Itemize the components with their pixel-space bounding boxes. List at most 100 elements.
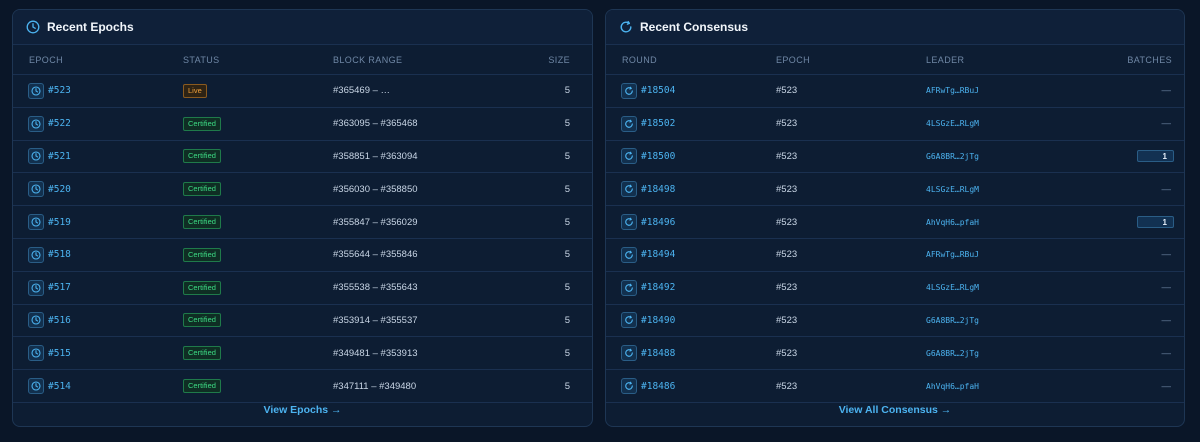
table-row[interactable]: #519 Certified #355847 – #356029 5 bbox=[13, 206, 592, 239]
view-epochs-link[interactable]: View Epochs → bbox=[13, 394, 592, 426]
leader-address[interactable]: G6A8BR…2jTg bbox=[926, 349, 979, 358]
table-row[interactable]: #515 Certified #349481 – #353913 5 bbox=[13, 337, 592, 371]
leader-address[interactable]: 4LSGzE…RLgM bbox=[926, 283, 979, 292]
table-row[interactable]: #518 Certified #355644 – #355846 5 bbox=[13, 239, 592, 272]
epoch-link[interactable]: #523 bbox=[28, 82, 71, 99]
status-cell: Live bbox=[183, 83, 207, 98]
table-row[interactable]: #517 Certified #355538 – #355643 5 bbox=[13, 272, 592, 305]
leader-address[interactable]: AhVqH6…pfaH bbox=[926, 382, 979, 391]
status-cell: Certified bbox=[183, 247, 221, 262]
round-number: #18504 bbox=[641, 85, 676, 97]
refresh-icon bbox=[620, 20, 632, 33]
round-link[interactable]: #18494 bbox=[621, 246, 675, 263]
recent-consensus-panel: Recent Consensus ROUND EPOCH LEADER BATC… bbox=[605, 9, 1185, 427]
round-number: #18496 bbox=[641, 216, 676, 228]
block-range: #353914 – #355537 bbox=[333, 314, 418, 326]
leader-address[interactable]: AhVqH6…pfaH bbox=[926, 218, 979, 227]
table-row[interactable]: #18498 #523 4LSGzE…RLgM — bbox=[606, 173, 1184, 207]
leader-address[interactable]: AFRwTg…RBuJ bbox=[926, 250, 979, 259]
epoch-link[interactable]: #519 bbox=[28, 214, 71, 231]
column-header-epoch: EPOCH bbox=[776, 54, 811, 65]
consensus-panel-title: Recent Consensus bbox=[640, 20, 749, 34]
round-link[interactable]: #18498 bbox=[621, 181, 676, 198]
table-row[interactable]: #18502 #523 4LSGzE…RLgM — bbox=[606, 108, 1184, 141]
epoch-size: 5 bbox=[564, 118, 570, 130]
round-number: #18492 bbox=[641, 282, 676, 294]
refresh-icon bbox=[621, 181, 637, 198]
status-cell: Certified bbox=[183, 182, 221, 197]
status-cell: Certified bbox=[183, 379, 221, 394]
epochs-table-body: #523 Live #365469 – … 5 #522 Certified #363095… bbox=[13, 75, 592, 403]
epoch-link[interactable]: #517 bbox=[28, 279, 71, 296]
epoch-link[interactable]: #515 bbox=[28, 345, 71, 362]
round-epoch: #523 bbox=[776, 216, 798, 228]
consensus-panel-header: Recent Consensus bbox=[606, 10, 1184, 45]
refresh-icon bbox=[621, 246, 637, 263]
block-range: #358851 – #363094 bbox=[333, 150, 418, 162]
round-link[interactable]: #18500 bbox=[621, 148, 676, 165]
epoch-number: #520 bbox=[48, 183, 71, 195]
consensus-table-body: #18504 #523 AFRwTg…RBuJ — #18502 #523 4LSGzE…R… bbox=[606, 75, 1184, 403]
block-range: #349481 – #353913 bbox=[333, 347, 418, 359]
round-link[interactable]: #18488 bbox=[621, 345, 676, 362]
round-link[interactable]: #18492 bbox=[621, 279, 676, 296]
round-number: #18488 bbox=[641, 347, 676, 359]
status-badge: Certified bbox=[183, 182, 221, 197]
clock-icon bbox=[28, 148, 44, 165]
recent-epochs-panel: Recent Epochs EPOCH STATUS BLOCK RANGE S… bbox=[12, 9, 593, 427]
round-link[interactable]: #18496 bbox=[621, 214, 676, 231]
clock-icon bbox=[28, 181, 44, 198]
table-row[interactable]: #18494 #523 AFRwTg…RBuJ — bbox=[606, 239, 1184, 272]
column-header-epoch: EPOCH bbox=[29, 54, 64, 65]
column-header-status: STATUS bbox=[183, 54, 220, 65]
epoch-link[interactable]: #516 bbox=[28, 312, 71, 329]
table-row[interactable]: #516 Certified #353914 – #355537 5 bbox=[13, 305, 592, 338]
status-badge: Certified bbox=[183, 247, 221, 262]
table-row[interactable]: #18496 #523 AhVqH6…pfaH 1 bbox=[606, 206, 1184, 239]
table-row[interactable]: #18500 #523 G6A8BR…2jTg 1 bbox=[606, 141, 1184, 174]
refresh-icon bbox=[621, 312, 637, 329]
round-link[interactable]: #18504 bbox=[621, 82, 676, 99]
leader-address[interactable]: G6A8BR…2jTg bbox=[926, 316, 979, 325]
status-cell: Certified bbox=[183, 149, 221, 164]
epoch-link[interactable]: #514 bbox=[28, 378, 71, 395]
column-header-block-range: BLOCK RANGE bbox=[333, 54, 403, 65]
epoch-link[interactable]: #521 bbox=[28, 148, 71, 165]
round-number: #18498 bbox=[641, 183, 676, 195]
round-number: #18500 bbox=[641, 150, 676, 162]
epoch-link[interactable]: #522 bbox=[28, 115, 71, 132]
status-badge: Live bbox=[183, 83, 207, 98]
table-row[interactable]: #18490 #523 G6A8BR…2jTg — bbox=[606, 305, 1184, 338]
table-row[interactable]: #18504 #523 AFRwTg…RBuJ — bbox=[606, 75, 1184, 108]
block-range: #363095 – #365468 bbox=[333, 118, 418, 130]
table-row[interactable]: #18488 #523 G6A8BR…2jTg — bbox=[606, 337, 1184, 371]
leader-address[interactable]: 4LSGzE…RLgM bbox=[926, 119, 979, 128]
table-row[interactable]: #520 Certified #356030 – #358850 5 bbox=[13, 173, 592, 207]
leader-address[interactable]: G6A8BR…2jTg bbox=[926, 152, 979, 161]
refresh-icon bbox=[621, 214, 637, 231]
batches-empty: — bbox=[1161, 282, 1172, 294]
epoch-number: #523 bbox=[48, 85, 71, 97]
round-link[interactable]: #18486 bbox=[621, 378, 675, 395]
table-row[interactable]: #18492 #523 4LSGzE…RLgM — bbox=[606, 272, 1184, 305]
view-all-consensus-link[interactable]: View All Consensus → bbox=[606, 394, 1184, 426]
batches-empty: — bbox=[1161, 314, 1172, 326]
round-link[interactable]: #18490 bbox=[621, 312, 675, 329]
status-badge: Certified bbox=[183, 313, 221, 328]
table-row[interactable]: #522 Certified #363095 – #365468 5 bbox=[13, 108, 592, 141]
refresh-icon bbox=[621, 279, 637, 296]
column-header-round: ROUND bbox=[622, 54, 657, 65]
clock-icon bbox=[28, 345, 44, 362]
table-row[interactable]: #521 Certified #358851 – #363094 5 bbox=[13, 141, 592, 174]
epoch-link[interactable]: #520 bbox=[28, 181, 71, 198]
round-epoch: #523 bbox=[776, 118, 798, 130]
leader-address[interactable]: 4LSGzE…RLgM bbox=[926, 185, 979, 194]
round-number: #18502 bbox=[641, 118, 676, 130]
refresh-icon bbox=[621, 82, 637, 99]
round-link[interactable]: #18502 bbox=[621, 115, 676, 132]
status-cell: Certified bbox=[183, 215, 221, 230]
leader-address[interactable]: AFRwTg…RBuJ bbox=[926, 86, 979, 95]
epoch-link[interactable]: #518 bbox=[28, 246, 71, 263]
batches-empty: — bbox=[1161, 347, 1172, 359]
table-row[interactable]: #523 Live #365469 – … 5 bbox=[13, 75, 592, 108]
